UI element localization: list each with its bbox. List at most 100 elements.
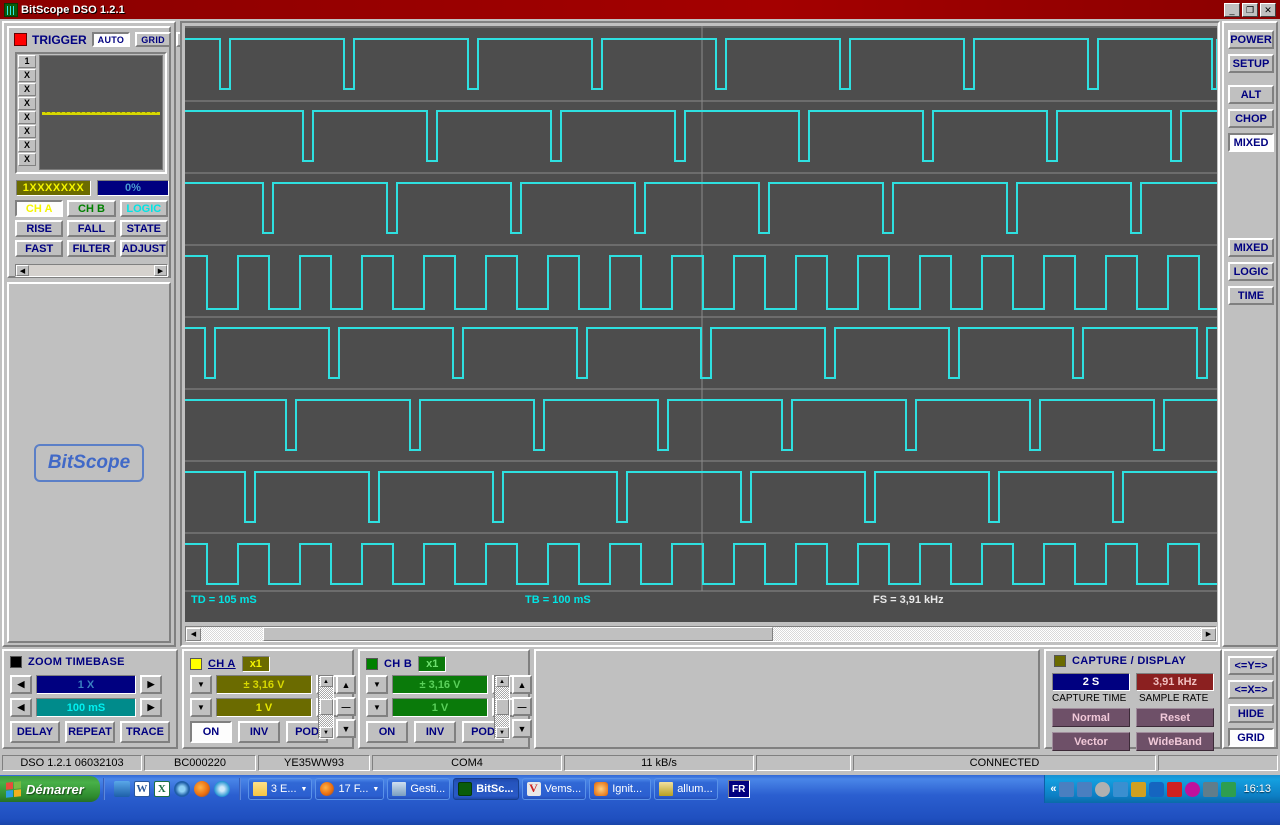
trigger-channel-0[interactable]: 1 — [18, 55, 36, 68]
timebase-value[interactable]: 100 mS — [36, 698, 136, 717]
display-horizontal-scrollbar[interactable]: ◀ ▶ — [185, 626, 1217, 642]
outlook-express-icon[interactable] — [113, 781, 130, 797]
trigger-rise-button[interactable]: RISE — [15, 220, 64, 237]
channel-b-range-value[interactable]: ± 3,16 V — [392, 675, 488, 694]
task-vems[interactable]: V Vems... — [521, 778, 587, 800]
channel-a-slider-down-icon[interactable]: ▼ — [319, 727, 333, 738]
taskbar-clock[interactable]: 16:13 — [1239, 783, 1275, 795]
scroll-right-icon[interactable]: ▶ — [154, 265, 167, 276]
channel-b-offset-down-icon[interactable]: ▼ — [512, 719, 532, 738]
grid-button[interactable]: GRID — [1228, 728, 1274, 747]
trigger-grid-button[interactable]: GRID — [135, 32, 171, 47]
display-vector-button[interactable]: Vector — [1052, 732, 1130, 751]
maximize-icon[interactable]: ❐ — [1242, 2, 1258, 17]
trigger-fall-button[interactable]: FALL — [67, 220, 116, 237]
scroll-left-icon[interactable]: ◀ — [16, 265, 29, 276]
trigger-state-button[interactable]: STATE — [119, 220, 168, 237]
alt-button[interactable]: ALT — [1228, 85, 1274, 104]
trigger-channel-6[interactable]: X — [18, 139, 36, 152]
channel-b-title[interactable]: CH B — [384, 658, 412, 670]
task-firefox[interactable]: 17 F... ▼ — [315, 778, 385, 800]
timebase-increase-icon[interactable]: ▶ — [140, 698, 162, 717]
alert-icon[interactable] — [1167, 781, 1183, 797]
trigger-percent-value[interactable]: 0% — [97, 180, 169, 196]
capture-time-value[interactable]: 2 S — [1052, 673, 1130, 691]
mixed-mode-button[interactable]: MIXED — [1228, 133, 1274, 152]
trigger-channel-1[interactable]: X — [18, 69, 36, 82]
trigger-channel-4[interactable]: X — [18, 111, 36, 124]
channel-b-on-button[interactable]: ON — [366, 721, 408, 743]
channel-b-offset-zero-icon[interactable]: — — [512, 697, 532, 716]
channel-a-position-slider[interactable]: ▲ ▼ — [318, 675, 334, 739]
scrollbar-thumb[interactable] — [263, 627, 773, 641]
minimize-icon[interactable]: _ — [1224, 2, 1240, 17]
task-bitscope[interactable]: BitSc... — [453, 778, 519, 800]
channel-a-on-button[interactable]: ON — [190, 721, 232, 743]
trigger-source-cha-button[interactable]: CH A — [15, 200, 64, 217]
channel-a-volts-down-icon[interactable]: ▼ — [190, 698, 212, 717]
firefox-icon[interactable] — [193, 781, 210, 797]
trigger-source-chb-button[interactable]: CH B — [67, 200, 116, 217]
setup-button[interactable]: SETUP — [1228, 54, 1274, 73]
zoom-increase-icon[interactable]: ▶ — [140, 675, 162, 694]
zoom-decrease-icon[interactable]: ◀ — [10, 675, 32, 694]
channel-a-offset-up-icon[interactable]: ▲ — [336, 675, 356, 694]
volume-icon[interactable] — [1095, 781, 1111, 797]
task-ignition[interactable]: Ignit... — [589, 778, 652, 800]
trigger-pattern-value[interactable]: 1XXXXXXX — [16, 180, 91, 196]
database-icon[interactable] — [1113, 781, 1129, 797]
channel-a-volts-value[interactable]: 1 V — [216, 698, 312, 717]
channel-b-position-slider[interactable]: ▲ ▼ — [494, 675, 510, 739]
internet-explorer-icon[interactable] — [213, 781, 230, 797]
channel-b-slider-down-icon[interactable]: ▼ — [495, 727, 509, 738]
excel-icon[interactable]: X — [153, 781, 170, 797]
sound-device-icon[interactable] — [1221, 781, 1237, 797]
trigger-channel-2[interactable]: X — [18, 83, 36, 96]
language-indicator[interactable]: FR — [727, 780, 750, 798]
channel-b-volts-value[interactable]: 1 V — [392, 698, 488, 717]
zoom-factor-value[interactable]: 1 X — [36, 675, 136, 694]
chevron-down-icon[interactable]: ▼ — [301, 786, 308, 793]
channel-a-slider-up-icon[interactable]: ▲ — [319, 676, 333, 687]
power-button[interactable]: POWER — [1228, 30, 1274, 49]
y-expand-button[interactable]: <=Y=> — [1228, 656, 1274, 675]
network-disconnected-icon[interactable] — [1059, 781, 1075, 797]
display-wideband-button[interactable]: WideBand — [1136, 732, 1214, 751]
capture-normal-button[interactable]: Normal — [1052, 708, 1130, 727]
channel-a-range-down-icon[interactable]: ▼ — [190, 675, 212, 694]
start-button[interactable]: Démarrer — [0, 776, 100, 802]
logic-view-button[interactable]: LOGIC — [1228, 262, 1274, 281]
channel-a-inv-button[interactable]: INV — [238, 721, 280, 743]
trigger-fast-button[interactable]: FAST — [15, 240, 64, 257]
scrollbar-track[interactable] — [201, 627, 1201, 641]
scroll-left-icon[interactable]: ◀ — [186, 627, 201, 641]
trigger-source-logic-button[interactable]: LOGIC — [119, 200, 168, 217]
channel-a-slider-thumb[interactable] — [319, 699, 333, 715]
trigger-level-scrollbar[interactable]: ◀ ▶ — [15, 264, 168, 277]
channel-b-slider-thumb[interactable] — [495, 699, 509, 715]
trigger-channel-3[interactable]: X — [18, 97, 36, 110]
trigger-auto-button[interactable]: AUTO — [91, 32, 131, 47]
trigger-filter-button[interactable]: FILTER — [67, 240, 116, 257]
channel-b-volts-down-icon[interactable]: ▼ — [366, 698, 388, 717]
chevron-down-icon[interactable]: ▼ — [372, 786, 379, 793]
channel-a-offset-down-icon[interactable]: ▼ — [336, 719, 356, 738]
channel-b-range-down-icon[interactable]: ▼ — [366, 675, 388, 694]
chop-button[interactable]: CHOP — [1228, 109, 1274, 128]
opera-icon[interactable] — [1185, 781, 1201, 797]
trace-button[interactable]: TRACE — [120, 721, 170, 743]
scroll-right-icon[interactable]: ▶ — [1201, 627, 1216, 641]
network-activity-icon[interactable] — [1077, 781, 1093, 797]
scope-screen[interactable]: TD = 105 mS TB = 100 mS FS = 3,91 kHz — [185, 26, 1217, 622]
close-icon[interactable]: ✕ — [1260, 2, 1276, 17]
timebase-decrease-icon[interactable]: ◀ — [10, 698, 32, 717]
channel-b-slider-up-icon[interactable]: ▲ — [495, 676, 509, 687]
channel-b-gain-value[interactable]: x1 — [418, 656, 447, 672]
media-player-icon[interactable] — [173, 781, 190, 797]
delay-button[interactable]: DELAY — [10, 721, 60, 743]
bluetooth-icon[interactable] — [1149, 781, 1165, 797]
hide-button[interactable]: HIDE — [1228, 704, 1274, 723]
task-allum[interactable]: allum... — [654, 778, 718, 800]
trigger-channel-5[interactable]: X — [18, 125, 36, 138]
channel-b-offset-up-icon[interactable]: ▲ — [512, 675, 532, 694]
